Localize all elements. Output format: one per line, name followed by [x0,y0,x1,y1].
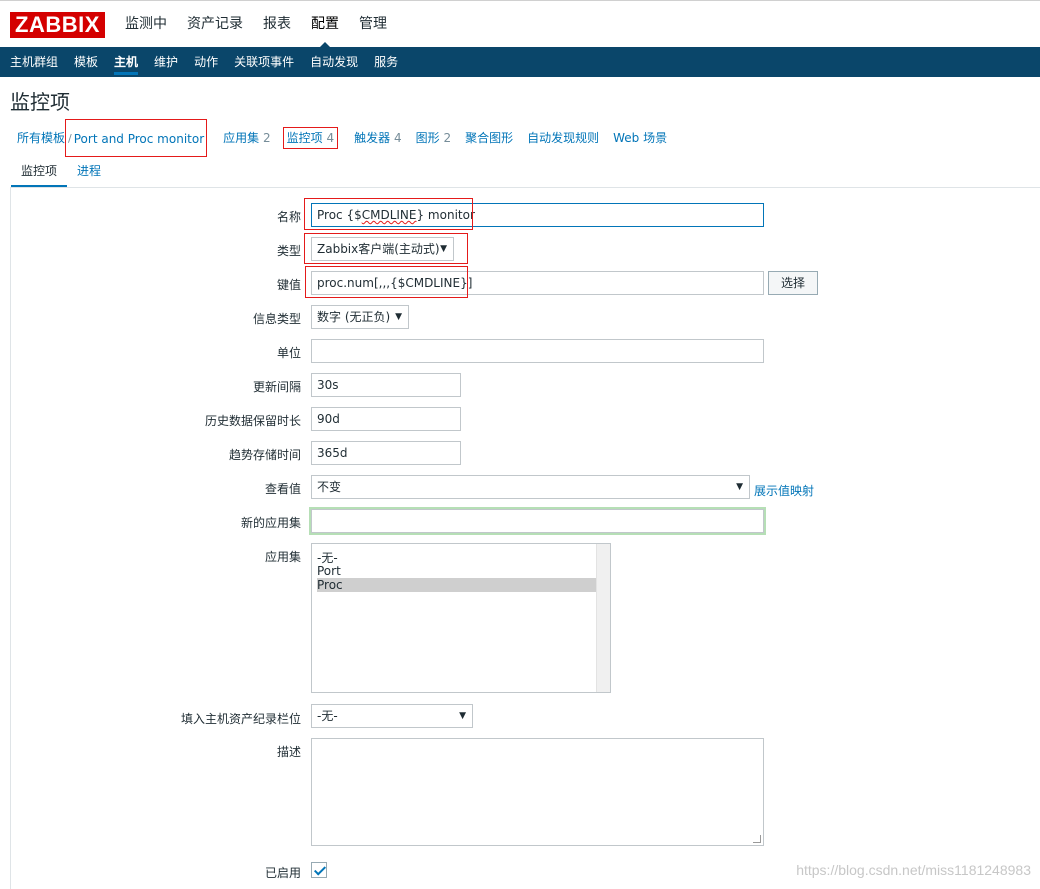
tab-screens[interactable]: 聚合图形 [458,128,520,148]
history-label: 历史数据保留时长 [204,414,301,428]
info-type-value: 数字 (无正负) [317,310,391,324]
subnav-discovery[interactable]: 自动发现 [302,47,366,77]
value-mapping-link[interactable]: 展示值映射 [754,482,814,499]
applications-listbox[interactable]: -无- Port Proc [311,543,611,693]
units-label: 单位 [276,346,301,360]
dropdown-arrow-icon: ▼ [395,312,402,322]
subnav-hosts[interactable]: 主机 [106,47,146,77]
dropdown-arrow-icon: ▼ [459,711,466,721]
trends-label: 趋势存储时间 [228,448,301,462]
show-value-value: 不变 [317,480,342,494]
key-label: 键值 [276,278,301,292]
subnav-event-correlation[interactable]: 关联项事件 [226,47,302,77]
name-label: 名称 [276,210,301,224]
top-header: ZABBIX 监测中 资产记录 报表 配置 管理 [0,0,1040,48]
tab-applications-label: 应用集 [223,131,260,145]
applications-label: 应用集 [264,550,301,564]
nav-administration[interactable]: 管理 [349,1,397,48]
new-application-label: 新的应用集 [240,516,301,530]
tab-applications[interactable]: 应用集 2 [216,128,277,148]
subnav-services[interactable]: 服务 [366,47,406,77]
breadcrumb-all-templates[interactable]: 所有模板 [10,128,72,148]
watermark-text: https://blog.csdn.net/miss1181248983 [796,862,1031,878]
application-option[interactable]: Port [317,564,597,578]
info-type-label: 信息类型 [252,312,301,326]
highlight-box-name [304,198,473,230]
description-textarea[interactable] [311,738,764,846]
trends-input[interactable]: 365d [311,441,461,465]
tab-graphs-label: 图形 [415,131,440,145]
listbox-scrollbar[interactable] [596,544,610,692]
interval-label: 更新间隔 [252,380,301,394]
nav-configuration[interactable]: 配置 [301,1,349,48]
dropdown-arrow-icon: ▼ [736,482,743,492]
nav-reports[interactable]: 报表 [253,1,301,48]
tab-items[interactable]: 监控项 4 [282,127,339,149]
new-application-input[interactable] [309,507,766,535]
application-option[interactable]: -无- [317,551,597,565]
breadcrumb: 所有模板 / Port and Proc monitor 应用集 2 监控项 4… [0,119,1040,157]
sub-nav: 主机群组 模板 主机 维护 动作 关联项事件 自动发现 服务 [0,47,1040,77]
subnav-maintenance[interactable]: 维护 [146,47,186,77]
nav-inventory[interactable]: 资产记录 [177,1,253,48]
show-value-select[interactable]: 不变 ▼ [311,475,750,499]
show-value-label: 查看值 [264,482,301,496]
form-tab-process[interactable]: 进程 [67,158,111,187]
tab-triggers-label: 触发器 [354,131,391,145]
tab-graphs-count: 2 [443,131,452,145]
nav-monitoring[interactable]: 监测中 [115,1,177,48]
description-label: 描述 [276,745,301,759]
inventory-label: 填入主机资产纪录栏位 [180,712,301,726]
history-input[interactable]: 90d [311,407,461,431]
units-input[interactable] [311,339,764,363]
highlight-box-key [305,266,468,298]
highlight-box-type [304,233,468,264]
inventory-value: -无- [317,709,338,723]
tab-triggers[interactable]: 触发器 4 [347,128,408,148]
main-nav: 监测中 资产记录 报表 配置 管理 [115,1,397,48]
application-option-selected[interactable]: Proc [317,578,597,592]
key-select-button[interactable]: 选择 [768,271,819,295]
tab-triggers-count: 4 [393,131,402,145]
tab-items-label: 监控项 [286,131,323,145]
form-tab-item[interactable]: 监控项 [11,158,68,187]
tab-discovery-rules[interactable]: 自动发现规则 [520,128,606,148]
enabled-checkbox[interactable] [311,862,327,878]
resize-grip-icon[interactable] [753,835,761,843]
info-type-select[interactable]: 数字 (无正负) ▼ [311,305,409,329]
interval-input[interactable]: 30s [311,373,461,397]
tab-web-scenarios[interactable]: Web 场景 [606,128,674,148]
subnav-actions[interactable]: 动作 [186,47,226,77]
form-tabs: 监控项 进程 [11,158,111,187]
subnav-templates[interactable]: 模板 [66,47,106,77]
page-title: 监控项 [10,90,70,114]
type-label: 类型 [276,244,301,258]
tab-items-count: 4 [326,131,335,145]
tab-applications-count: 2 [262,131,271,145]
subnav-host-groups[interactable]: 主机群组 [2,47,66,77]
tab-graphs[interactable]: 图形 2 [409,128,458,148]
enabled-label: 已启用 [264,866,301,880]
inventory-select[interactable]: -无- ▼ [311,704,473,728]
zabbix-logo[interactable]: ZABBIX [10,12,105,38]
breadcrumb-host[interactable]: Port and Proc monitor [64,119,208,157]
